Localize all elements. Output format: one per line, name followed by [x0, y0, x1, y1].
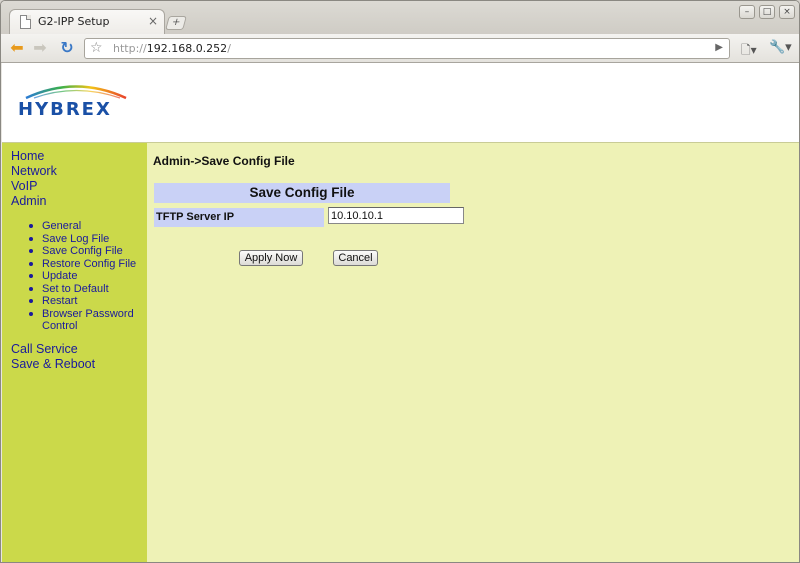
sidebar-bottom-menu: Call Service Save & Reboot — [11, 342, 95, 372]
page-viewport: HYBREX Home Network VoIP Admin General S… — [2, 63, 799, 562]
tab-close-icon[interactable]: × — [148, 14, 158, 28]
tab-title: G2-IPP Setup — [38, 15, 110, 28]
hybrex-logo: HYBREX — [16, 81, 140, 121]
main-content: Admin->Save Config File Save Config File… — [147, 143, 799, 562]
page-title: Admin->Save Config File — [153, 154, 295, 168]
sidebar-item-voip[interactable]: VoIP — [11, 179, 57, 194]
apply-now-button[interactable]: Apply Now — [239, 250, 303, 266]
sidebar-item-admin[interactable]: Admin — [11, 194, 57, 209]
forward-arrow-icon[interactable]: ➡ — [31, 39, 49, 57]
cancel-button[interactable]: Cancel — [333, 250, 378, 266]
close-window-icon[interactable]: × — [779, 5, 795, 19]
browser-window: G2-IPP Setup × + – □ × ⬅ ➡ ↻ ☆ http://19… — [0, 0, 800, 563]
tftp-server-ip-label: TFTP Server IP — [154, 208, 324, 227]
page-menu-icon[interactable]: 🗋▾ — [741, 41, 757, 62]
url-host: 192.168.0.252 — [146, 42, 228, 55]
minimize-icon[interactable]: – — [739, 5, 755, 19]
submenu-item-general[interactable]: General — [27, 220, 145, 233]
back-arrow-icon[interactable]: ⬅ — [8, 39, 26, 57]
tftp-server-ip-input[interactable] — [328, 207, 464, 224]
submenu-item-save-log-file[interactable]: Save Log File — [27, 233, 145, 246]
browser-tab[interactable]: G2-IPP Setup × — [9, 9, 165, 35]
url-path: / — [227, 42, 231, 55]
submenu-item-set-to-default[interactable]: Set to Default — [27, 283, 145, 296]
sidebar-item-network[interactable]: Network — [11, 164, 57, 179]
page-favicon-icon — [20, 15, 31, 29]
sidebar-top-menu: Home Network VoIP Admin — [11, 149, 57, 209]
reload-icon[interactable]: ↻ — [58, 39, 76, 57]
sidebar-item-call-service[interactable]: Call Service — [11, 342, 95, 357]
admin-submenu: General Save Log File Save Config File R… — [27, 220, 145, 333]
new-tab-button[interactable]: + — [165, 16, 187, 30]
url-text[interactable]: http://192.168.0.252/ — [113, 42, 231, 55]
titlebar: G2-IPP Setup × + – □ × — [1, 1, 799, 35]
submenu-item-restore-config-file[interactable]: Restore Config File — [27, 258, 145, 271]
address-bar[interactable]: ☆ http://192.168.0.252/ ▶ — [84, 38, 730, 59]
submenu-item-update[interactable]: Update — [27, 270, 145, 283]
page-header: HYBREX — [2, 63, 799, 143]
submenu-item-save-config-file[interactable]: Save Config File — [27, 245, 145, 258]
star-icon[interactable]: ☆ — [90, 40, 103, 56]
section-title: Save Config File — [154, 183, 450, 203]
play-icon[interactable]: ▶ — [715, 42, 723, 53]
submenu-item-restart[interactable]: Restart — [27, 295, 145, 308]
sidebar: Home Network VoIP Admin General Save Log… — [2, 143, 147, 562]
sidebar-item-save-reboot[interactable]: Save & Reboot — [11, 357, 95, 372]
logo-text: HYBREX — [18, 99, 112, 120]
maximize-icon[interactable]: □ — [759, 5, 775, 19]
submenu-item-browser-password-control[interactable]: Browser Password Control — [27, 308, 145, 333]
browser-toolbar: ⬅ ➡ ↻ ☆ http://192.168.0.252/ ▶ 🗋▾ 🔧▾ — [1, 34, 799, 63]
sidebar-item-home[interactable]: Home — [11, 149, 57, 164]
url-scheme: http:// — [113, 42, 147, 55]
wrench-icon[interactable]: 🔧▾ — [769, 40, 792, 55]
